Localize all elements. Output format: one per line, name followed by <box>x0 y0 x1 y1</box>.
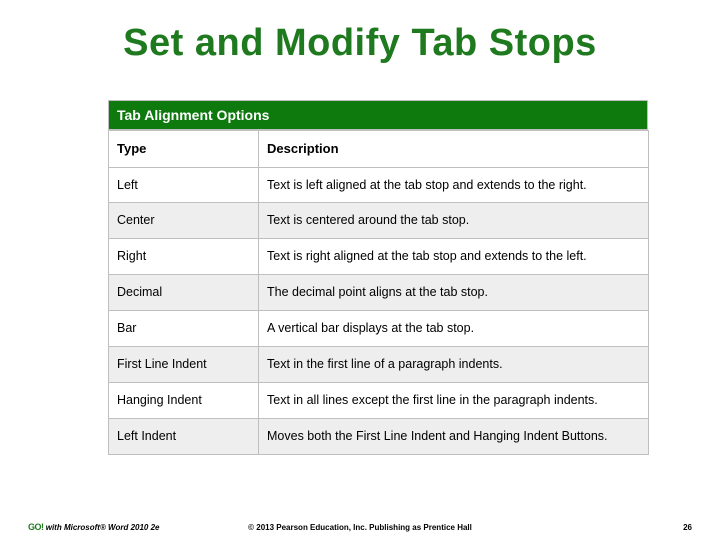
cell-desc: Text in all lines except the first line … <box>259 382 649 418</box>
slide: Set and Modify Tab Stops Tab Alignment O… <box>0 0 720 540</box>
table-row: Hanging Indent Text in all lines except … <box>109 382 649 418</box>
cell-type: First Line Indent <box>109 346 259 382</box>
cell-desc: Text in the first line of a paragraph in… <box>259 346 649 382</box>
table-header-row: Type Description <box>109 131 649 168</box>
table-container: Tab Alignment Options Type Description L… <box>108 100 648 455</box>
tab-options-table: Type Description Left Text is left align… <box>108 130 649 455</box>
cell-type: Decimal <box>109 275 259 311</box>
cell-desc: A vertical bar displays at the tab stop. <box>259 311 649 347</box>
table-row: Right Text is right aligned at the tab s… <box>109 239 649 275</box>
footer: GO! with Microsoft® Word 2010 2e © 2013 … <box>0 516 720 532</box>
table-row: Left Text is left aligned at the tab sto… <box>109 167 649 203</box>
table-row: Left Indent Moves both the First Line In… <box>109 418 649 454</box>
cell-type: Left Indent <box>109 418 259 454</box>
cell-type: Center <box>109 203 259 239</box>
table-row: First Line Indent Text in the first line… <box>109 346 649 382</box>
cell-desc: Text is left aligned at the tab stop and… <box>259 167 649 203</box>
cell-type: Left <box>109 167 259 203</box>
header-type: Type <box>109 131 259 168</box>
table-row: Bar A vertical bar displays at the tab s… <box>109 311 649 347</box>
footer-copyright: © 2013 Pearson Education, Inc. Publishin… <box>0 523 720 532</box>
cell-type: Hanging Indent <box>109 382 259 418</box>
table-caption: Tab Alignment Options <box>108 100 648 130</box>
slide-number: 26 <box>683 523 692 532</box>
slide-title: Set and Modify Tab Stops <box>0 22 720 65</box>
cell-desc: Moves both the First Line Indent and Han… <box>259 418 649 454</box>
table-row: Center Text is centered around the tab s… <box>109 203 649 239</box>
cell-desc: The decimal point aligns at the tab stop… <box>259 275 649 311</box>
cell-type: Right <box>109 239 259 275</box>
header-description: Description <box>259 131 649 168</box>
cell-type: Bar <box>109 311 259 347</box>
cell-desc: Text is right aligned at the tab stop an… <box>259 239 649 275</box>
table-row: Decimal The decimal point aligns at the … <box>109 275 649 311</box>
cell-desc: Text is centered around the tab stop. <box>259 203 649 239</box>
